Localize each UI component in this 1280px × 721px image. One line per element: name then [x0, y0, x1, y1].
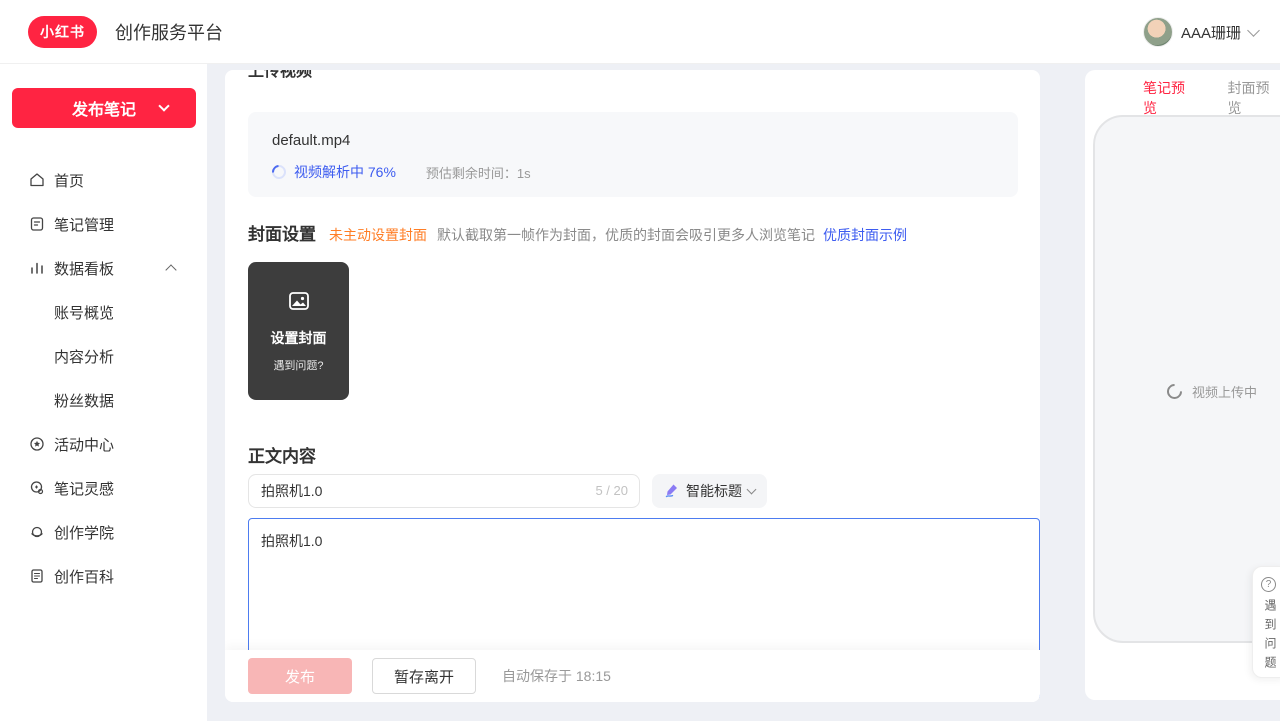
uploading-spinner-icon [1164, 381, 1185, 402]
bar-chart-icon [28, 260, 45, 277]
parsing-spinner-icon [269, 162, 289, 182]
sidebar-item-label: 笔记灵感 [54, 478, 114, 499]
help-label: 遇到问题 [1262, 599, 1279, 675]
inspiration-icon [28, 480, 45, 497]
app-header: 小红书 创作服务平台 AAA珊珊 [0, 0, 1280, 64]
user-name: AAA珊珊 [1181, 22, 1241, 43]
sidebar-item-fans-data[interactable]: 粉丝数据 [0, 378, 207, 422]
sidebar-item-label: 账号概览 [54, 302, 114, 323]
wiki-doc-icon [28, 568, 45, 585]
page-title: 创作服务平台 [115, 19, 223, 45]
preview-panel: 笔记预览 封面预览 视频上传中 [1085, 70, 1280, 700]
sidebar-item-content-analysis[interactable]: 内容分析 [0, 334, 207, 378]
sidebar-item-label: 粉丝数据 [54, 390, 114, 411]
activity-star-icon [28, 436, 45, 453]
xiaohongshu-logo[interactable]: 小红书 [28, 16, 97, 48]
title-input[interactable] [248, 474, 640, 508]
question-mark-icon: ? [1261, 577, 1276, 592]
sidebar-item-label: 笔记管理 [54, 214, 114, 235]
academy-icon [28, 524, 45, 541]
sidebar-item-activity-center[interactable]: 活动中心 [0, 422, 207, 466]
video-eta: 预估剩余时间：1s [426, 163, 531, 182]
cover-having-trouble-link[interactable]: 遇到问题? [273, 357, 323, 373]
sidebar-item-label: 内容分析 [54, 346, 114, 367]
title-char-counter: 5 / 20 [595, 483, 628, 498]
set-cover-button[interactable]: 设置封面 遇到问题? [248, 262, 349, 400]
cover-example-link[interactable]: 优质封面示例 [823, 225, 907, 245]
video-filename: default.mp4 [272, 132, 994, 149]
title-input-wrap: 5 / 20 [248, 474, 640, 508]
sidebar-item-creation-academy[interactable]: 创作学院 [0, 510, 207, 554]
autosave-status: 自动保存于 18:15 [502, 666, 611, 686]
smart-title-label: 智能标题 [686, 481, 742, 501]
sidebar-item-creation-wiki[interactable]: 创作百科 [0, 554, 207, 598]
magic-pen-icon [664, 482, 680, 501]
sidebar-item-label: 首页 [54, 170, 84, 191]
smart-title-button[interactable]: 智能标题 [652, 474, 767, 508]
home-icon [28, 172, 45, 189]
sidebar-item-label: 创作百科 [54, 566, 114, 587]
help-float-button[interactable]: ? 遇到问题 [1252, 566, 1280, 678]
video-info-card: default.mp4 视频解析中 76% 预估剩余时间：1s [248, 112, 1018, 197]
image-icon [287, 289, 311, 318]
note-icon [28, 216, 45, 233]
sidebar-item-label: 活动中心 [54, 434, 114, 455]
sidebar: 发布笔记 首页 笔记管理 数据看板 账号概览 内容分析 [0, 64, 207, 721]
sidebar-nav: 首页 笔记管理 数据看板 账号概览 内容分析 粉丝数据 [0, 158, 207, 598]
video-parsing-status: 视频解析中 76% [294, 162, 396, 182]
video-uploading-text: 视频上传中 [1192, 382, 1257, 401]
user-menu[interactable]: AAA珊珊 [1143, 0, 1258, 64]
sidebar-item-home[interactable]: 首页 [0, 158, 207, 202]
cover-warning-text: 未主动设置封面 [329, 225, 427, 245]
phone-preview-frame: 视频上传中 [1093, 115, 1280, 643]
publish-note-button[interactable]: 发布笔记 [12, 88, 196, 128]
sidebar-item-label: 数据看板 [54, 258, 114, 279]
sidebar-item-account-overview[interactable]: 账号概览 [0, 290, 207, 334]
chevron-down-icon [1247, 24, 1260, 37]
sidebar-item-data-dashboard[interactable]: 数据看板 [0, 246, 207, 290]
publish-button[interactable]: 发布 [248, 658, 352, 694]
sidebar-item-note-inspiration[interactable]: 笔记灵感 [0, 466, 207, 510]
publish-note-label: 发布笔记 [72, 96, 136, 120]
content-heading: 正文内容 [248, 442, 316, 467]
save-and-leave-button[interactable]: 暂存离开 [372, 658, 476, 694]
cover-hint-text: 默认截取第一帧作为封面，优质的封面会吸引更多人浏览笔记 [437, 225, 815, 245]
chevron-down-icon [158, 100, 169, 111]
chevron-down-icon [747, 485, 757, 495]
upload-video-heading: 上传视频 [248, 70, 312, 81]
publish-footer: 发布 暂存离开 自动保存于 18:15 [225, 650, 1040, 702]
avatar[interactable] [1143, 17, 1173, 47]
publish-form-card: 上传视频 default.mp4 视频解析中 76% 预估剩余时间：1s 封面设… [225, 70, 1040, 702]
cover-settings-row: 封面设置 未主动设置封面 默认截取第一帧作为封面，优质的封面会吸引更多人浏览笔记… [248, 220, 1018, 245]
sidebar-item-label: 创作学院 [54, 522, 114, 543]
sidebar-item-note-management[interactable]: 笔记管理 [0, 202, 207, 246]
cover-settings-heading: 封面设置 [248, 220, 316, 245]
set-cover-label: 设置封面 [271, 328, 327, 348]
chevron-up-icon [165, 264, 176, 275]
